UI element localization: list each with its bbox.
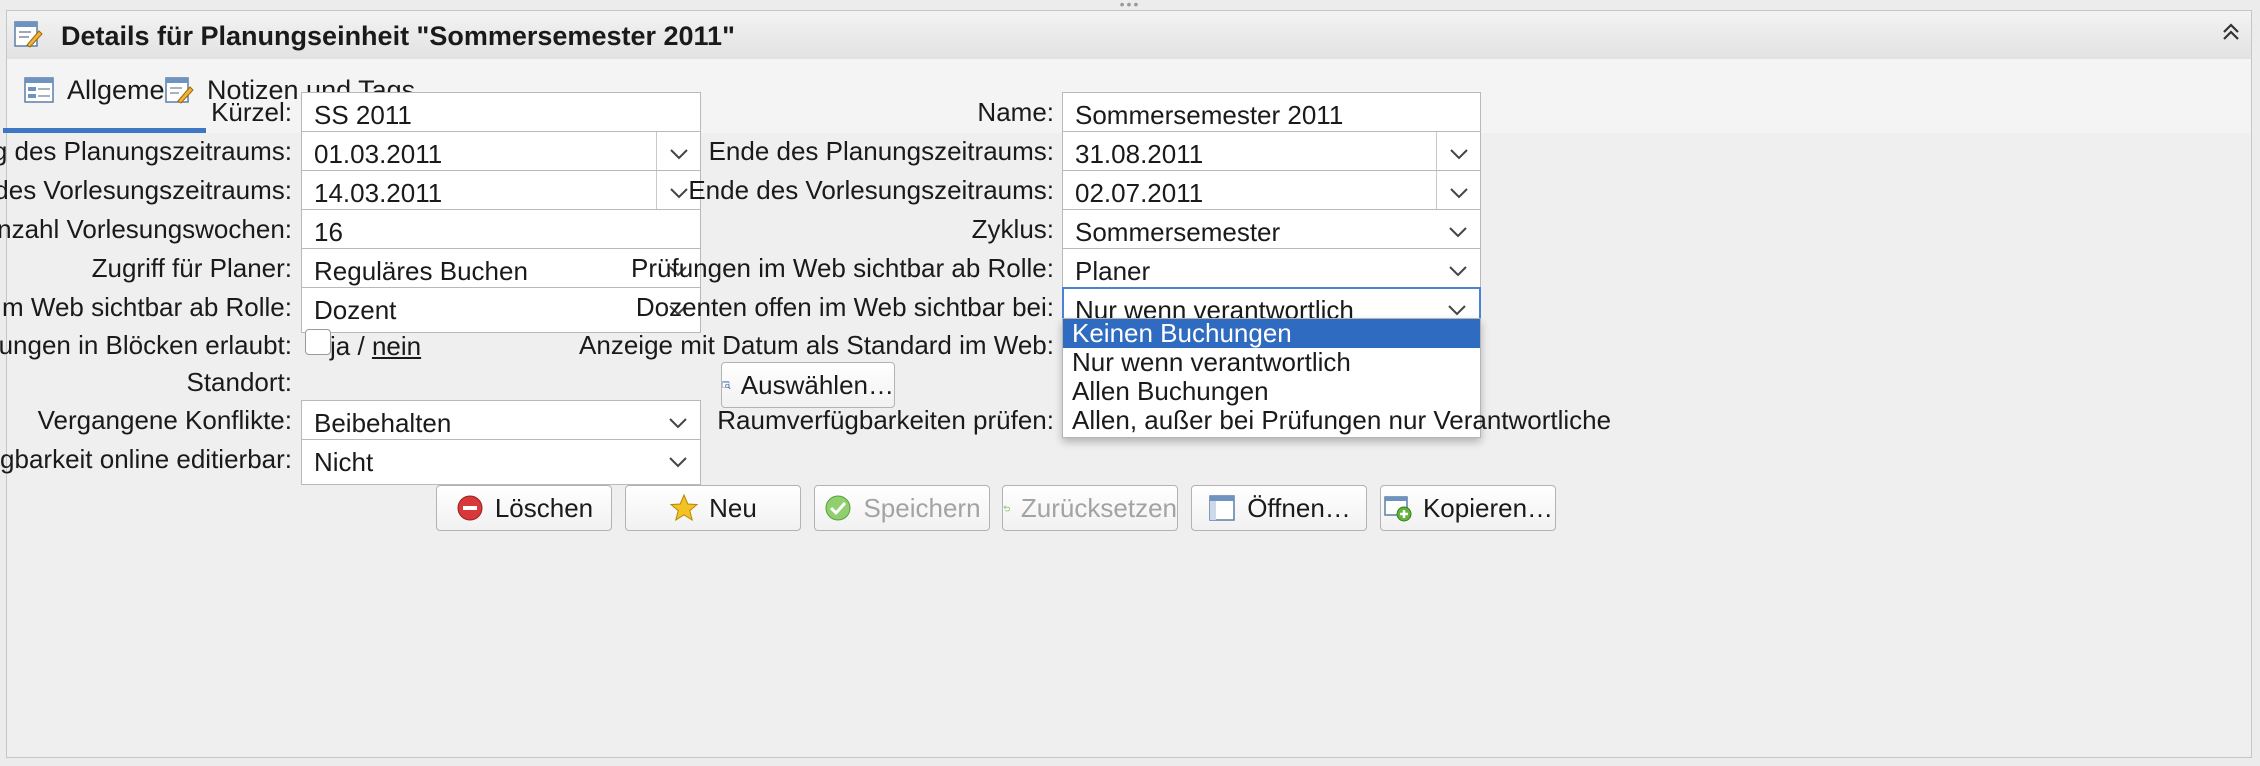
bloecke-separator: / <box>357 331 365 361</box>
tab-allgemein[interactable]: Allgemein <box>3 75 206 133</box>
web-sichtbar-label: Im Web sichtbar ab Rolle: <box>0 292 292 322</box>
panel-title: Details für Planungseinheit "Sommersemes… <box>61 21 735 51</box>
oeffnen-button[interactable]: Öffnen… <box>1191 485 1367 531</box>
zugriff-label: Zugriff für Planer: <box>91 253 292 283</box>
neu-button[interactable]: Neu <box>625 485 801 531</box>
dropdown-option[interactable]: Nur wenn verantwortlich <box>1063 348 1480 377</box>
anfang-planung-label: Anfang des Planungszeitraums: <box>0 136 292 166</box>
star-icon <box>669 493 699 522</box>
zuruecksetzen-button[interactable]: Zurücksetzen <box>1002 485 1178 531</box>
chevron-down-icon <box>668 440 688 484</box>
verfuegbarkeit-label: Verfügbarkeit online editierbar: <box>0 444 292 474</box>
bloecke-yes-label[interactable]: ja <box>330 331 350 361</box>
name-label: Name: <box>977 97 1054 127</box>
dropdown-option[interactable]: Allen, außer bei Prüfungen nur Verantwor… <box>1063 406 1611 435</box>
search-window-icon <box>722 381 731 390</box>
anfang-vorlesung-label: Anfang des Vorlesungszeitraums: <box>0 175 292 205</box>
speichern-label: Speichern <box>863 492 981 523</box>
panel-titlebar: Details für Planungseinheit "Sommersemes… <box>7 11 2251 60</box>
konflikte-label: Vergangene Konflikte: <box>37 405 292 435</box>
ende-vorlesung-label: Ende des Vorlesungszeitraums: <box>688 175 1054 205</box>
bloecke-no-label[interactable]: nein <box>372 331 421 361</box>
neu-label: Neu <box>709 492 757 523</box>
checkmark-icon <box>825 495 851 521</box>
resize-grip[interactable]: ••• <box>1112 0 1148 11</box>
copy-add-icon <box>1384 496 1412 522</box>
pruefungen-label: Prüfungen im Web sichtbar ab Rolle: <box>631 253 1054 283</box>
kopieren-button[interactable]: Kopieren… <box>1380 485 1556 531</box>
ende-planung-label: Ende des Planungszeitraums: <box>708 136 1054 166</box>
double-chevron-up-icon[interactable] <box>2221 19 2241 50</box>
anzahl-wochen-label: Anzahl Vorlesungswochen: <box>0 214 292 244</box>
raum-label: Raumverfügbarkeiten prüfen: <box>717 405 1054 435</box>
dropdown-option[interactable]: Keinen Buchungen <box>1063 319 1480 348</box>
oeffnen-label: Öffnen… <box>1247 492 1351 523</box>
speichern-button[interactable]: Speichern <box>814 485 990 531</box>
dozenten-label: Dozenten offen im Web sichtbar bei: <box>635 292 1054 322</box>
standort-label: Standort: <box>186 367 292 397</box>
loeschen-button[interactable]: Löschen <box>436 485 612 531</box>
bloecke-checkbox[interactable] <box>305 329 331 355</box>
verfuegbarkeit-select[interactable]: Nicht <box>301 439 701 485</box>
auswaehlen-button[interactable]: Auswählen… <box>721 362 895 408</box>
note-edit-icon <box>165 77 194 104</box>
form-icon <box>24 77 54 103</box>
zyklus-label: Zyklus: <box>971 214 1054 244</box>
undo-icon <box>1003 505 1010 512</box>
window-icon <box>1209 495 1235 521</box>
loeschen-label: Löschen <box>494 492 594 523</box>
kuerzel-label: Kürzel: <box>211 97 292 127</box>
edit-form-icon <box>14 21 43 48</box>
anzeige-datum-label: Anzeige mit Datum als Standard im Web: <box>579 330 1054 360</box>
delete-icon <box>457 495 483 521</box>
auswaehlen-label: Auswählen… <box>740 369 894 400</box>
dozenten-dropdown-list[interactable]: Keinen Buchungen Nur wenn verantwortlich… <box>1062 318 1611 438</box>
zuruecksetzen-label: Zurücksetzen <box>1020 492 1177 523</box>
bloecke-label: Nur Buchungen in Blöcken erlaubt: <box>0 330 292 360</box>
bloecke-options: ja / nein <box>330 331 421 362</box>
dropdown-option[interactable]: Allen Buchungen <box>1063 377 1480 406</box>
kopieren-label: Kopieren… <box>1422 492 1554 523</box>
